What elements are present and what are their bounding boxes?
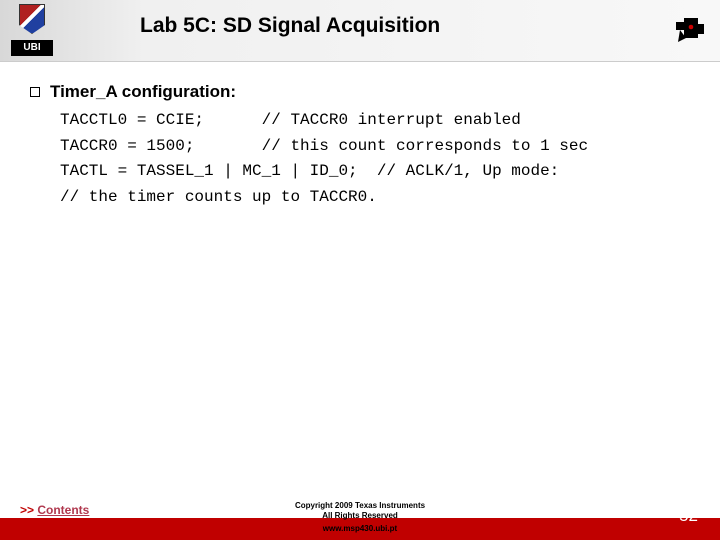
section-heading-text: Timer_A configuration:	[50, 82, 236, 102]
slide-header: UBI Lab 5C: SD Signal Acquisition	[0, 0, 720, 62]
section-heading: Timer_A configuration:	[30, 82, 690, 102]
copyright-line-1: Copyright 2009 Texas Instruments	[260, 501, 460, 511]
ubi-label: UBI	[11, 40, 53, 56]
copyright-box: Copyright 2009 Texas Instruments All Rig…	[260, 501, 460, 534]
site-url: www.msp430.ubi.pt	[260, 524, 460, 534]
texas-instruments-logo-icon	[672, 12, 712, 52]
slide-title: Lab 5C: SD Signal Acquisition	[140, 14, 440, 38]
copyright-line-2: All Rights Reserved	[260, 511, 460, 521]
ubi-crest-icon	[13, 0, 51, 38]
page-number: 52	[679, 506, 698, 526]
code-block: TACCTL0 = CCIE; // TACCR0 interrupt enab…	[60, 108, 690, 210]
slide-footer: >> Contents Copyright 2009 Texas Instrum…	[0, 495, 720, 540]
slide-content: Timer_A configuration: TACCTL0 = CCIE; /…	[0, 62, 720, 210]
contents-link[interactable]: >> Contents	[20, 503, 89, 517]
square-bullet-icon	[30, 87, 40, 97]
ubi-logo: UBI	[10, 0, 54, 62]
arrows-icon: >>	[20, 503, 34, 517]
contents-link-text[interactable]: Contents	[37, 503, 89, 517]
